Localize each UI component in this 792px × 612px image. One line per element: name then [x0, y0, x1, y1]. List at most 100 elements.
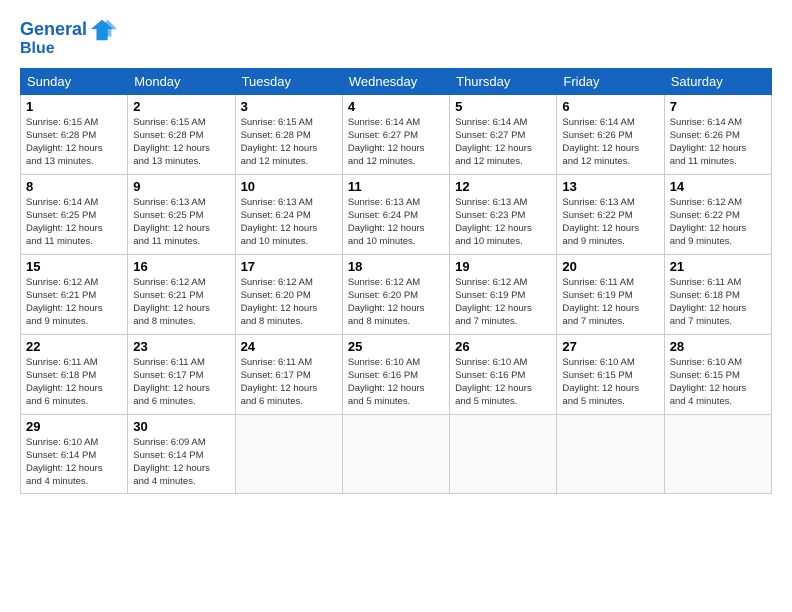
- day-info: Sunrise: 6:15 AM Sunset: 6:28 PM Dayligh…: [26, 116, 122, 169]
- calendar-header-row: SundayMondayTuesdayWednesdayThursdayFrid…: [21, 68, 772, 94]
- day-number: 17: [241, 259, 337, 274]
- calendar-cell: [235, 414, 342, 493]
- calendar-cell: 19Sunrise: 6:12 AM Sunset: 6:19 PM Dayli…: [450, 254, 557, 334]
- calendar-day-header: Friday: [557, 68, 664, 94]
- day-info: Sunrise: 6:14 AM Sunset: 6:26 PM Dayligh…: [562, 116, 658, 169]
- calendar-cell: 11Sunrise: 6:13 AM Sunset: 6:24 PM Dayli…: [342, 174, 449, 254]
- calendar-cell: 25 Sunrise: 6:10 AM Sunset: 6:16 PM Dayli…: [342, 334, 449, 414]
- day-number: 20: [562, 259, 658, 274]
- day-info: Sunrise: 6:11 AM Sunset: 6:17 PM Dayligh…: [133, 356, 229, 409]
- calendar-cell: 21 Sunrise: 6:11 AM Sunset: 6:18 PM Dayli…: [664, 254, 771, 334]
- day-info: Sunrise: 6:14 AM Sunset: 6:27 PM Dayligh…: [455, 116, 551, 169]
- calendar-day-header: Saturday: [664, 68, 771, 94]
- day-info: Sunrise: 6:13 AM Sunset: 6:24 PM Dayligh…: [348, 196, 444, 249]
- day-number: 21: [670, 259, 766, 274]
- page-header: General Blue: [20, 16, 772, 58]
- calendar-cell: [450, 414, 557, 493]
- calendar-cell: 27 Sunrise: 6:10 AM Sunset: 6:15 PM Dayli…: [557, 334, 664, 414]
- calendar-cell: 22 Sunrise: 6:11 AM Sunset: 6:18 PM Dayli…: [21, 334, 128, 414]
- day-number: 28: [670, 339, 766, 354]
- day-number: 4: [348, 99, 444, 114]
- calendar-day-header: Monday: [128, 68, 235, 94]
- calendar-cell: 1Sunrise: 6:15 AM Sunset: 6:28 PM Daylig…: [21, 94, 128, 174]
- day-info: Sunrise: 6:10 AM Sunset: 6:16 PM Dayligh…: [455, 356, 551, 409]
- day-number: 15: [26, 259, 122, 274]
- day-info: Sunrise: 6:11 AM Sunset: 6:19 PM Dayligh…: [562, 276, 658, 329]
- day-number: 25: [348, 339, 444, 354]
- calendar-cell: 7Sunrise: 6:14 AM Sunset: 6:26 PM Daylig…: [664, 94, 771, 174]
- calendar-cell: 28 Sunrise: 6:10 AM Sunset: 6:15 PM Dayli…: [664, 334, 771, 414]
- calendar-cell: 26 Sunrise: 6:10 AM Sunset: 6:16 PM Dayli…: [450, 334, 557, 414]
- calendar-cell: 2Sunrise: 6:15 AM Sunset: 6:28 PM Daylig…: [128, 94, 235, 174]
- day-number: 12: [455, 179, 551, 194]
- day-number: 9: [133, 179, 229, 194]
- calendar-cell: 8 Sunrise: 6:14 AM Sunset: 6:25 PM Daylig…: [21, 174, 128, 254]
- logo: General Blue: [20, 16, 117, 58]
- day-number: 10: [241, 179, 337, 194]
- day-info: Sunrise: 6:12 AM Sunset: 6:22 PM Dayligh…: [670, 196, 766, 249]
- day-info: Sunrise: 6:11 AM Sunset: 6:18 PM Dayligh…: [26, 356, 122, 409]
- calendar-cell: [664, 414, 771, 493]
- calendar-cell: 10Sunrise: 6:13 AM Sunset: 6:24 PM Dayli…: [235, 174, 342, 254]
- day-info: Sunrise: 6:12 AM Sunset: 6:21 PM Dayligh…: [26, 276, 122, 329]
- calendar-cell: 14 Sunrise: 6:12 AM Sunset: 6:22 PM Dayli…: [664, 174, 771, 254]
- calendar-cell: 17 Sunrise: 6:12 AM Sunset: 6:20 PM Dayli…: [235, 254, 342, 334]
- day-info: Sunrise: 6:11 AM Sunset: 6:18 PM Dayligh…: [670, 276, 766, 329]
- day-number: 29: [26, 419, 122, 434]
- day-number: 16: [133, 259, 229, 274]
- calendar-cell: 3 Sunrise: 6:15 AM Sunset: 6:28 PM Daylig…: [235, 94, 342, 174]
- calendar-week-row: 29 Sunrise: 6:10 AM Sunset: 6:14 PM Dayli…: [21, 414, 772, 493]
- day-info: Sunrise: 6:14 AM Sunset: 6:25 PM Dayligh…: [26, 196, 122, 249]
- day-number: 22: [26, 339, 122, 354]
- calendar-day-header: Sunday: [21, 68, 128, 94]
- day-info: Sunrise: 6:13 AM Sunset: 6:22 PM Dayligh…: [562, 196, 658, 249]
- day-number: 7: [670, 99, 766, 114]
- logo-text: General: [20, 20, 87, 40]
- day-info: Sunrise: 6:12 AM Sunset: 6:21 PM Dayligh…: [133, 276, 229, 329]
- calendar-day-header: Thursday: [450, 68, 557, 94]
- day-info: Sunrise: 6:10 AM Sunset: 6:15 PM Dayligh…: [670, 356, 766, 409]
- calendar-cell: [342, 414, 449, 493]
- logo-icon: [89, 16, 117, 44]
- day-number: 30: [133, 419, 229, 434]
- calendar-cell: 12 Sunrise: 6:13 AM Sunset: 6:23 PM Dayli…: [450, 174, 557, 254]
- day-info: Sunrise: 6:13 AM Sunset: 6:23 PM Dayligh…: [455, 196, 551, 249]
- day-info: Sunrise: 6:12 AM Sunset: 6:20 PM Dayligh…: [241, 276, 337, 329]
- calendar-cell: 15 Sunrise: 6:12 AM Sunset: 6:21 PM Dayli…: [21, 254, 128, 334]
- day-number: 3: [241, 99, 337, 114]
- calendar-week-row: 1Sunrise: 6:15 AM Sunset: 6:28 PM Daylig…: [21, 94, 772, 174]
- day-number: 27: [562, 339, 658, 354]
- calendar-week-row: 15 Sunrise: 6:12 AM Sunset: 6:21 PM Dayli…: [21, 254, 772, 334]
- calendar-cell: 4 Sunrise: 6:14 AM Sunset: 6:27 PM Daylig…: [342, 94, 449, 174]
- day-info: Sunrise: 6:09 AM Sunset: 6:14 PM Dayligh…: [133, 436, 229, 489]
- calendar-cell: 30 Sunrise: 6:09 AM Sunset: 6:14 PM Dayli…: [128, 414, 235, 493]
- calendar-cell: 20 Sunrise: 6:11 AM Sunset: 6:19 PM Dayli…: [557, 254, 664, 334]
- calendar-week-row: 22 Sunrise: 6:11 AM Sunset: 6:18 PM Dayli…: [21, 334, 772, 414]
- calendar-cell: 6 Sunrise: 6:14 AM Sunset: 6:26 PM Daylig…: [557, 94, 664, 174]
- day-info: Sunrise: 6:12 AM Sunset: 6:20 PM Dayligh…: [348, 276, 444, 329]
- day-number: 2: [133, 99, 229, 114]
- day-info: Sunrise: 6:10 AM Sunset: 6:16 PM Dayligh…: [348, 356, 444, 409]
- calendar-day-header: Tuesday: [235, 68, 342, 94]
- calendar: SundayMondayTuesdayWednesdayThursdayFrid…: [20, 68, 772, 494]
- calendar-cell: 5 Sunrise: 6:14 AM Sunset: 6:27 PM Daylig…: [450, 94, 557, 174]
- day-info: Sunrise: 6:15 AM Sunset: 6:28 PM Dayligh…: [241, 116, 337, 169]
- day-number: 13: [562, 179, 658, 194]
- day-number: 24: [241, 339, 337, 354]
- day-number: 5: [455, 99, 551, 114]
- calendar-day-header: Wednesday: [342, 68, 449, 94]
- day-number: 26: [455, 339, 551, 354]
- calendar-cell: [557, 414, 664, 493]
- day-number: 14: [670, 179, 766, 194]
- day-info: Sunrise: 6:13 AM Sunset: 6:25 PM Dayligh…: [133, 196, 229, 249]
- day-number: 8: [26, 179, 122, 194]
- calendar-cell: 23Sunrise: 6:11 AM Sunset: 6:17 PM Dayli…: [128, 334, 235, 414]
- day-number: 6: [562, 99, 658, 114]
- calendar-cell: 18 Sunrise: 6:12 AM Sunset: 6:20 PM Dayli…: [342, 254, 449, 334]
- day-number: 18: [348, 259, 444, 274]
- calendar-week-row: 8 Sunrise: 6:14 AM Sunset: 6:25 PM Daylig…: [21, 174, 772, 254]
- day-info: Sunrise: 6:10 AM Sunset: 6:14 PM Dayligh…: [26, 436, 122, 489]
- calendar-cell: 9 Sunrise: 6:13 AM Sunset: 6:25 PM Daylig…: [128, 174, 235, 254]
- day-info: Sunrise: 6:10 AM Sunset: 6:15 PM Dayligh…: [562, 356, 658, 409]
- day-info: Sunrise: 6:14 AM Sunset: 6:27 PM Dayligh…: [348, 116, 444, 169]
